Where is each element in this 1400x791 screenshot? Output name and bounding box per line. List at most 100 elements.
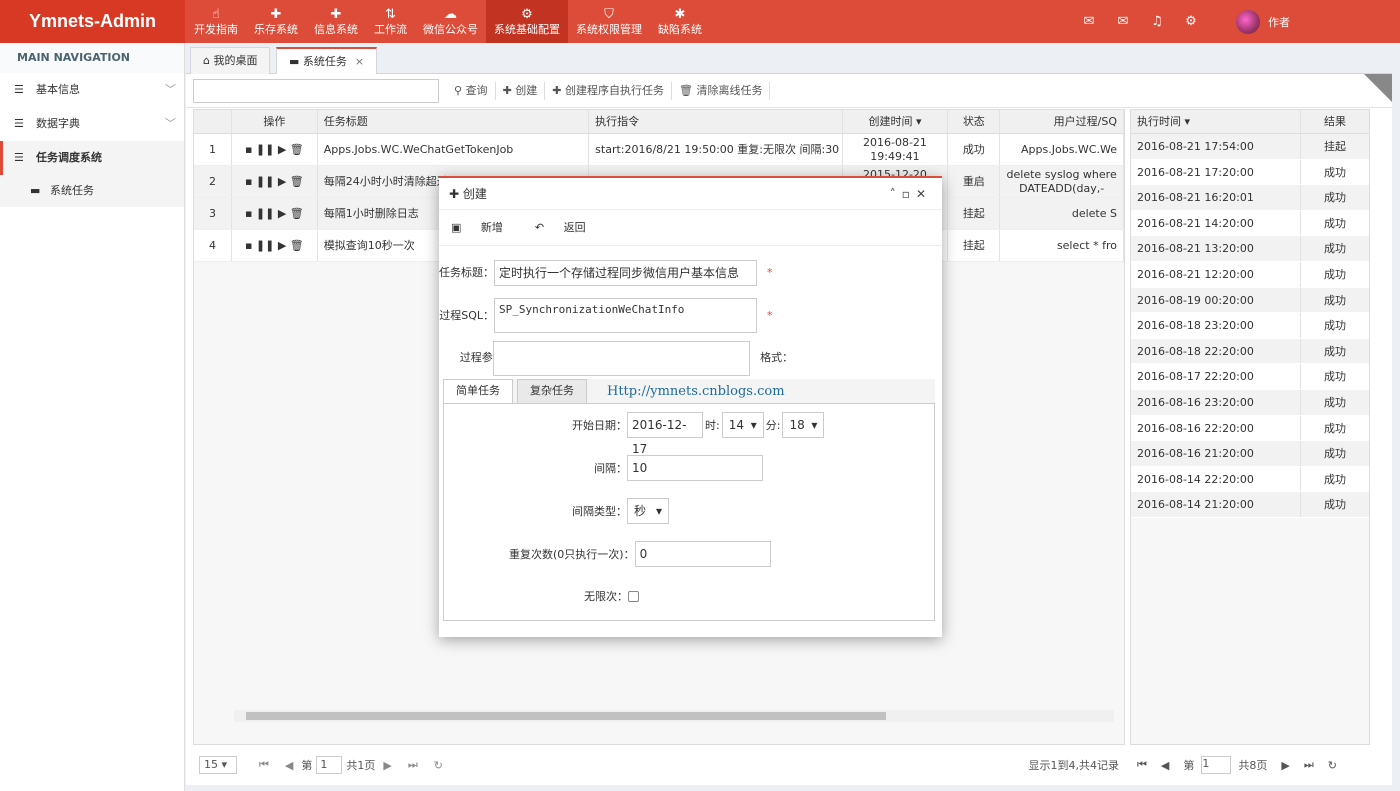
- tab-system-tasks[interactable]: ▬ 系统任务 ×: [276, 47, 378, 75]
- table-row[interactable]: 1 ▪ ❚❚ ▶ 🗑 Apps.Jobs.WC.WeChatGetTokenJo…: [194, 134, 1124, 166]
- row-actions[interactable]: ▪ ❚❚ ▶ 🗑: [232, 198, 318, 229]
- page-input[interactable]: 1: [316, 756, 343, 774]
- topnav-wechat[interactable]: ☁ 微信公众号: [415, 0, 486, 43]
- tab-simple-task[interactable]: 简单任务: [443, 379, 513, 403]
- topnav-defect[interactable]: ✱ 缺陷系统: [650, 0, 710, 43]
- create-program-task-button[interactable]: ✚ 创建程序自执行任务: [545, 81, 672, 100]
- execution-log-grid: 执行时间 ▾ 结果 2016-08-21 17:54:00 挂起 2016-08-2…: [1130, 109, 1370, 745]
- interval-type-row: 间隔类型： 秒 ▾: [572, 498, 669, 524]
- log-row[interactable]: 2016-08-21 17:20:00 成功: [1131, 159, 1369, 186]
- back-button[interactable]: ↶ 返回: [535, 210, 602, 245]
- log-row[interactable]: 2016-08-21 12:20:00 成功: [1131, 261, 1369, 288]
- log-row[interactable]: 2016-08-14 21:20:00 成功: [1131, 492, 1369, 518]
- repeat-input[interactable]: 0: [634, 541, 771, 567]
- repeat-row: 重复次数(0只执行一次)： 0: [509, 541, 771, 567]
- bug-icon: ✱: [674, 6, 686, 22]
- sidebar-item-basic-info[interactable]: ☰ 基本信息 ﹀: [0, 73, 184, 107]
- log-result: 成功: [1324, 293, 1346, 307]
- sql-textarea[interactable]: SP_SynchronizationWeChatInfo: [494, 298, 757, 333]
- next-page-icon[interactable]: ▶: [383, 759, 391, 772]
- topnav-info[interactable]: ✚ 信息系统: [306, 0, 366, 43]
- interval-row: 间隔： 10: [594, 455, 763, 481]
- log-result: 成功: [1324, 447, 1346, 461]
- sidebar: MAIN NAVIGATION ☰ 基本信息 ﹀ ☰ 数据字典 ﹀ ☰ 任务调度系统 ▬ 系…: [0, 43, 185, 791]
- log-row[interactable]: 2016-08-18 23:20:00 成功: [1131, 313, 1369, 339]
- query-button[interactable]: ⚲ 查询: [447, 81, 496, 100]
- first-page-icon[interactable]: ⏮: [1137, 758, 1147, 772]
- next-page-icon[interactable]: ▶: [1281, 759, 1289, 772]
- plus-icon: ✚: [502, 83, 516, 97]
- row-actions[interactable]: ▪ ❚❚ ▶ 🗑: [232, 230, 318, 261]
- topnav-workflow[interactable]: ⇅ 工作流: [366, 0, 415, 43]
- log-result: 成功: [1324, 344, 1346, 358]
- page-size-select[interactable]: 15 ▾: [199, 756, 237, 774]
- minute-select[interactable]: 18 ▾: [782, 412, 825, 438]
- user-menu[interactable]: 作者: [1236, 9, 1290, 34]
- last-page-icon[interactable]: ⏭: [1304, 758, 1314, 772]
- refresh-icon[interactable]: ↻: [434, 759, 443, 772]
- sidebar-item-task-scheduler[interactable]: ☰ 任务调度系统: [0, 141, 184, 175]
- hour-select[interactable]: 14 ▾: [721, 412, 764, 438]
- search-input[interactable]: [193, 78, 439, 103]
- log-row[interactable]: 2016-08-16 22:20:00 成功: [1131, 415, 1369, 442]
- first-page-icon[interactable]: ⏮: [259, 758, 269, 772]
- create-button[interactable]: ✚ 创建: [496, 81, 546, 100]
- prev-page-icon[interactable]: ◀: [285, 759, 293, 772]
- tab-desktop[interactable]: ⌂ 我的桌面: [190, 47, 271, 74]
- comments-icon[interactable]: ✉: [1072, 14, 1106, 29]
- dialog-header[interactable]: ✚ 创建 ˄▫✕: [439, 178, 942, 210]
- infinite-checkbox[interactable]: [628, 590, 639, 602]
- log-row[interactable]: 2016-08-16 23:20:00 成功: [1131, 389, 1369, 416]
- plus-icon: ✚: [552, 83, 565, 97]
- horizontal-scrollbar[interactable]: [234, 710, 1114, 722]
- topnav-guide[interactable]: ☝ 开发指南: [186, 0, 246, 43]
- log-row[interactable]: 2016-08-21 14:20:00 成功: [1131, 210, 1369, 237]
- start-date-input[interactable]: 2016-12-17: [627, 412, 703, 456]
- sidebar-subitem-system-tasks[interactable]: ▬ 系统任务: [0, 175, 184, 207]
- log-row[interactable]: 2016-08-19 00:20:00 成功: [1131, 287, 1369, 314]
- log-result: 成功: [1324, 216, 1346, 230]
- log-time: 2016-08-21 13:20:00: [1131, 236, 1301, 261]
- log-row[interactable]: 2016-08-21 16:20:01 成功: [1131, 185, 1369, 211]
- maximize-icon[interactable]: ▫: [902, 187, 916, 201]
- topnav-lecun[interactable]: ✚ 乐存系统: [246, 0, 306, 43]
- top-navigation: ☝ 开发指南 ✚ 乐存系统 ✚ 信息系统 ⇅ 工作流 ☁ 微信公众号 ⚙ 系统基础配置 ⛉ 系…: [186, 0, 710, 43]
- log-row[interactable]: 2016-08-18 22:20:00 成功: [1131, 338, 1369, 365]
- log-row[interactable]: 2016-08-21 17:54:00 挂起: [1131, 134, 1369, 160]
- gear-icon[interactable]: ⚙: [1174, 14, 1208, 29]
- log-row[interactable]: 2016-08-17 22:20:00 成功: [1131, 364, 1369, 390]
- minimize-icon[interactable]: ˄: [890, 187, 902, 201]
- clear-offline-button[interactable]: 🗑 清除离线任务: [672, 81, 771, 100]
- log-row[interactable]: 2016-08-16 21:20:00 成功: [1131, 441, 1369, 467]
- log-row[interactable]: 2016-08-14 22:20:00 成功: [1131, 466, 1369, 493]
- topnav-permission[interactable]: ⛉ 系统权限管理: [568, 0, 650, 43]
- prev-page-icon[interactable]: ◀: [1161, 759, 1169, 772]
- tab-complex-task[interactable]: 复杂任务: [517, 379, 587, 403]
- row-actions[interactable]: ▪ ❚❚ ▶ 🗑: [232, 166, 318, 197]
- log-row[interactable]: 2016-08-21 13:20:00 成功: [1131, 236, 1369, 262]
- task-title-input[interactable]: 定时执行一个存储过程同步微信用户基本信息: [494, 260, 757, 286]
- close-icon[interactable]: ✕: [916, 187, 932, 201]
- interval-type-select[interactable]: 秒 ▾: [627, 498, 669, 524]
- gears-icon: ⚙: [521, 6, 533, 22]
- undo-icon: ↶: [534, 221, 548, 234]
- log-time: 2016-08-16 23:20:00: [1131, 389, 1301, 415]
- last-page-icon[interactable]: ⏭: [408, 758, 418, 772]
- simple-task-panel: 开始日期： 2016-12-17 时: 14 ▾ 分: 18 ▾ 间隔： 10 间隔…: [443, 403, 935, 621]
- log-result: 成功: [1324, 267, 1346, 281]
- save-button[interactable]: ▣ 新增: [451, 210, 519, 245]
- avatar: [1236, 9, 1260, 34]
- mail-icon[interactable]: ✉: [1106, 14, 1140, 29]
- log-page-input[interactable]: 1: [1201, 756, 1232, 774]
- bell-icon[interactable]: ♫: [1140, 14, 1174, 29]
- close-icon[interactable]: ×: [355, 55, 364, 68]
- log-result: 成功: [1324, 191, 1346, 205]
- interval-input[interactable]: 10: [627, 455, 763, 481]
- params-textarea[interactable]: [492, 341, 751, 376]
- sidebar-item-dictionary[interactable]: ☰ 数据字典 ﹀: [0, 107, 184, 141]
- topnav-basic-config[interactable]: ⚙ 系统基础配置: [486, 0, 568, 43]
- row-actions[interactable]: ▪ ❚❚ ▶ 🗑: [232, 134, 318, 165]
- app-logo[interactable]: Ymnets-Admin: [0, 0, 185, 43]
- refresh-icon[interactable]: ↻: [1328, 759, 1337, 772]
- scrollbar-thumb[interactable]: [246, 712, 886, 720]
